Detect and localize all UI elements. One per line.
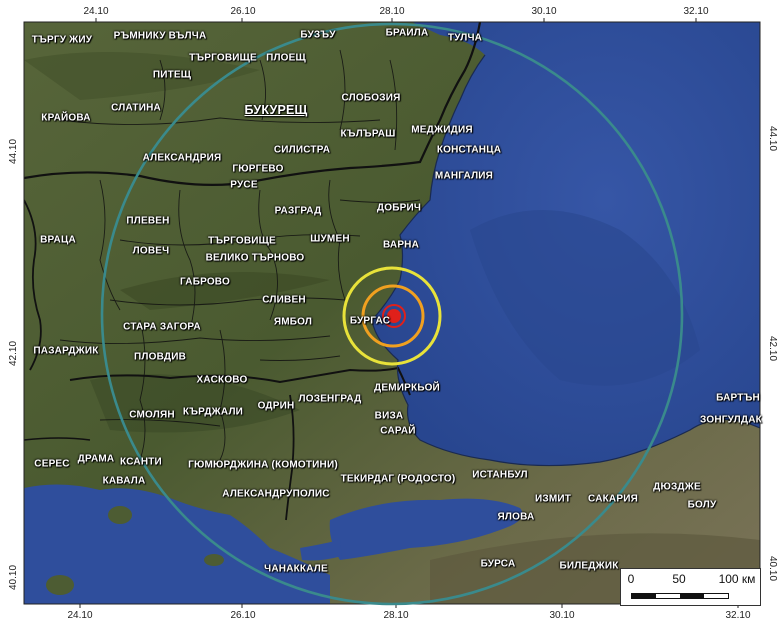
place-label: МЕДЖИДИЯ [411, 124, 473, 136]
place-label: ОДРИН [257, 400, 295, 412]
place-label: ВЕЛИКО ТЪРНОВО [205, 252, 305, 264]
top-tick-label: 26.10 [230, 6, 256, 17]
right-tick-label: 44.10 [767, 126, 778, 152]
place-label: ИЗМИТ [534, 493, 572, 505]
scale-label-zero: 0 [627, 572, 635, 586]
left-tick-label: 42.10 [8, 340, 19, 366]
place-label: АЛЕКСАНДРУПОЛИС [222, 488, 330, 500]
place-label: БУРГАС [349, 315, 391, 327]
place-label: БРАИЛА [385, 27, 429, 39]
place-label: ТЪРГУ ЖИУ [31, 34, 93, 46]
place-label: ЛОЗЕНГРАД [298, 393, 362, 405]
place-label: ГЮРГЕВО [232, 163, 284, 175]
place-label: ПАЗАРДЖИК [33, 345, 99, 357]
place-label: ВИЗА [374, 410, 404, 422]
bottom-tick-label: 32.10 [725, 610, 751, 621]
scale-bar-segment [680, 594, 704, 598]
place-label: СТАРА ЗАГОРА [123, 321, 201, 333]
place-label: СЛИВЕН [262, 294, 306, 306]
thasos-island [108, 506, 132, 524]
place-label: ЛОВЕЧ [132, 245, 170, 257]
scale-label-mid: 50 [672, 572, 686, 586]
top-tick-label: 32.10 [683, 6, 709, 17]
place-label: ГЮМЮРДЖИНА (КОМОТИНИ) [188, 459, 338, 471]
limnos-island [46, 575, 74, 595]
place-label: РЪМНИКУ ВЪЛЧА [113, 30, 207, 42]
top-tick-label: 28.10 [379, 6, 405, 17]
place-label: МАНГАЛИЯ [434, 170, 494, 182]
place-label: КЪРДЖАЛИ [182, 406, 244, 418]
place-label: ЯМБОЛ [273, 316, 313, 328]
place-label: ТЪРГОВИЩЕ [189, 52, 257, 64]
place-label: СЕРЕС [34, 458, 70, 470]
place-label: БИЛЕДЖИК [559, 560, 619, 572]
place-label: ЯЛОВА [497, 511, 535, 523]
place-label: ВАРНА [382, 239, 420, 251]
place-label: ДЮЗДЖЕ [653, 481, 701, 493]
place-label: ПЛОВДИВ [133, 351, 187, 363]
place-label: ТЪРГОВИЩЕ [208, 235, 276, 247]
place-label: КАВАЛА [102, 475, 146, 487]
place-label: РУСЕ [230, 179, 258, 191]
place-label: СМОЛЯН [129, 409, 175, 421]
place-label: ТУЛЧА [447, 32, 483, 44]
place-label: ПИТЕЩ [152, 69, 192, 81]
top-tick-label: 24.10 [83, 6, 109, 17]
bottom-tick-label: 30.10 [549, 610, 575, 621]
place-label: РАЗГРАД [274, 205, 322, 217]
place-label: САРАЙ [380, 425, 416, 437]
place-label: КЪЛЪРАШ [340, 128, 396, 140]
top-tick-label: 30.10 [531, 6, 557, 17]
place-label: ПЛЕВЕН [126, 215, 170, 227]
place-label: ИСТАНБУЛ [472, 469, 528, 481]
place-label: БУЗЪУ [300, 29, 336, 41]
place-label: ЧАНАККАЛЕ [264, 563, 328, 575]
place-label: ДРАМА [77, 453, 115, 465]
scale-bar-box: 0 50 100 км [620, 568, 761, 606]
place-label: ДЕМИРКЬОЙ [374, 382, 440, 394]
right-tick-label: 40.10 [767, 556, 778, 582]
scale-bar-segment [632, 594, 656, 598]
capital-label: БУКУРЕЩ [244, 103, 308, 117]
place-label: БАРТЪН [716, 392, 760, 404]
place-label: КСАНТИ [120, 456, 162, 468]
right-tick-label: 42.10 [767, 336, 778, 362]
place-label: КРАЙОВА [41, 112, 91, 124]
bottom-tick-label: 28.10 [383, 610, 409, 621]
place-label: БОЛУ [687, 499, 717, 511]
place-label: ПЛОЕЩ [266, 52, 306, 64]
scale-label-max: 100 км [718, 572, 756, 586]
place-label: ВРАЦА [40, 234, 76, 246]
place-label: ДОБРИЧ [376, 202, 422, 214]
place-label: ГАБРОВО [180, 276, 230, 288]
place-label: СИЛИСТРА [273, 144, 331, 156]
samothrace-island [204, 554, 224, 566]
left-tick-label: 40.10 [8, 564, 19, 590]
place-label: САКАРИЯ [588, 493, 638, 505]
place-label: КОНСТАНЦА [436, 144, 502, 156]
place-label: ШУМЕН [310, 233, 350, 245]
place-label: ХАСКОВО [196, 374, 248, 386]
place-label: АЛЕКСАНДРИЯ [142, 152, 222, 164]
bottom-tick-label: 26.10 [230, 610, 256, 621]
bottom-tick-label: 24.10 [67, 610, 93, 621]
place-label: БУРСА [480, 558, 516, 570]
place-label: СЛОБОЗИЯ [341, 92, 401, 104]
place-label: ЗОНГУЛДАК [700, 414, 762, 426]
scale-bar [631, 593, 729, 599]
place-label: СЛАТИНА [111, 102, 161, 114]
place-label: ТЕКИРДАГ (РОДОСТО) [340, 473, 456, 485]
left-tick-label: 44.10 [8, 138, 19, 164]
